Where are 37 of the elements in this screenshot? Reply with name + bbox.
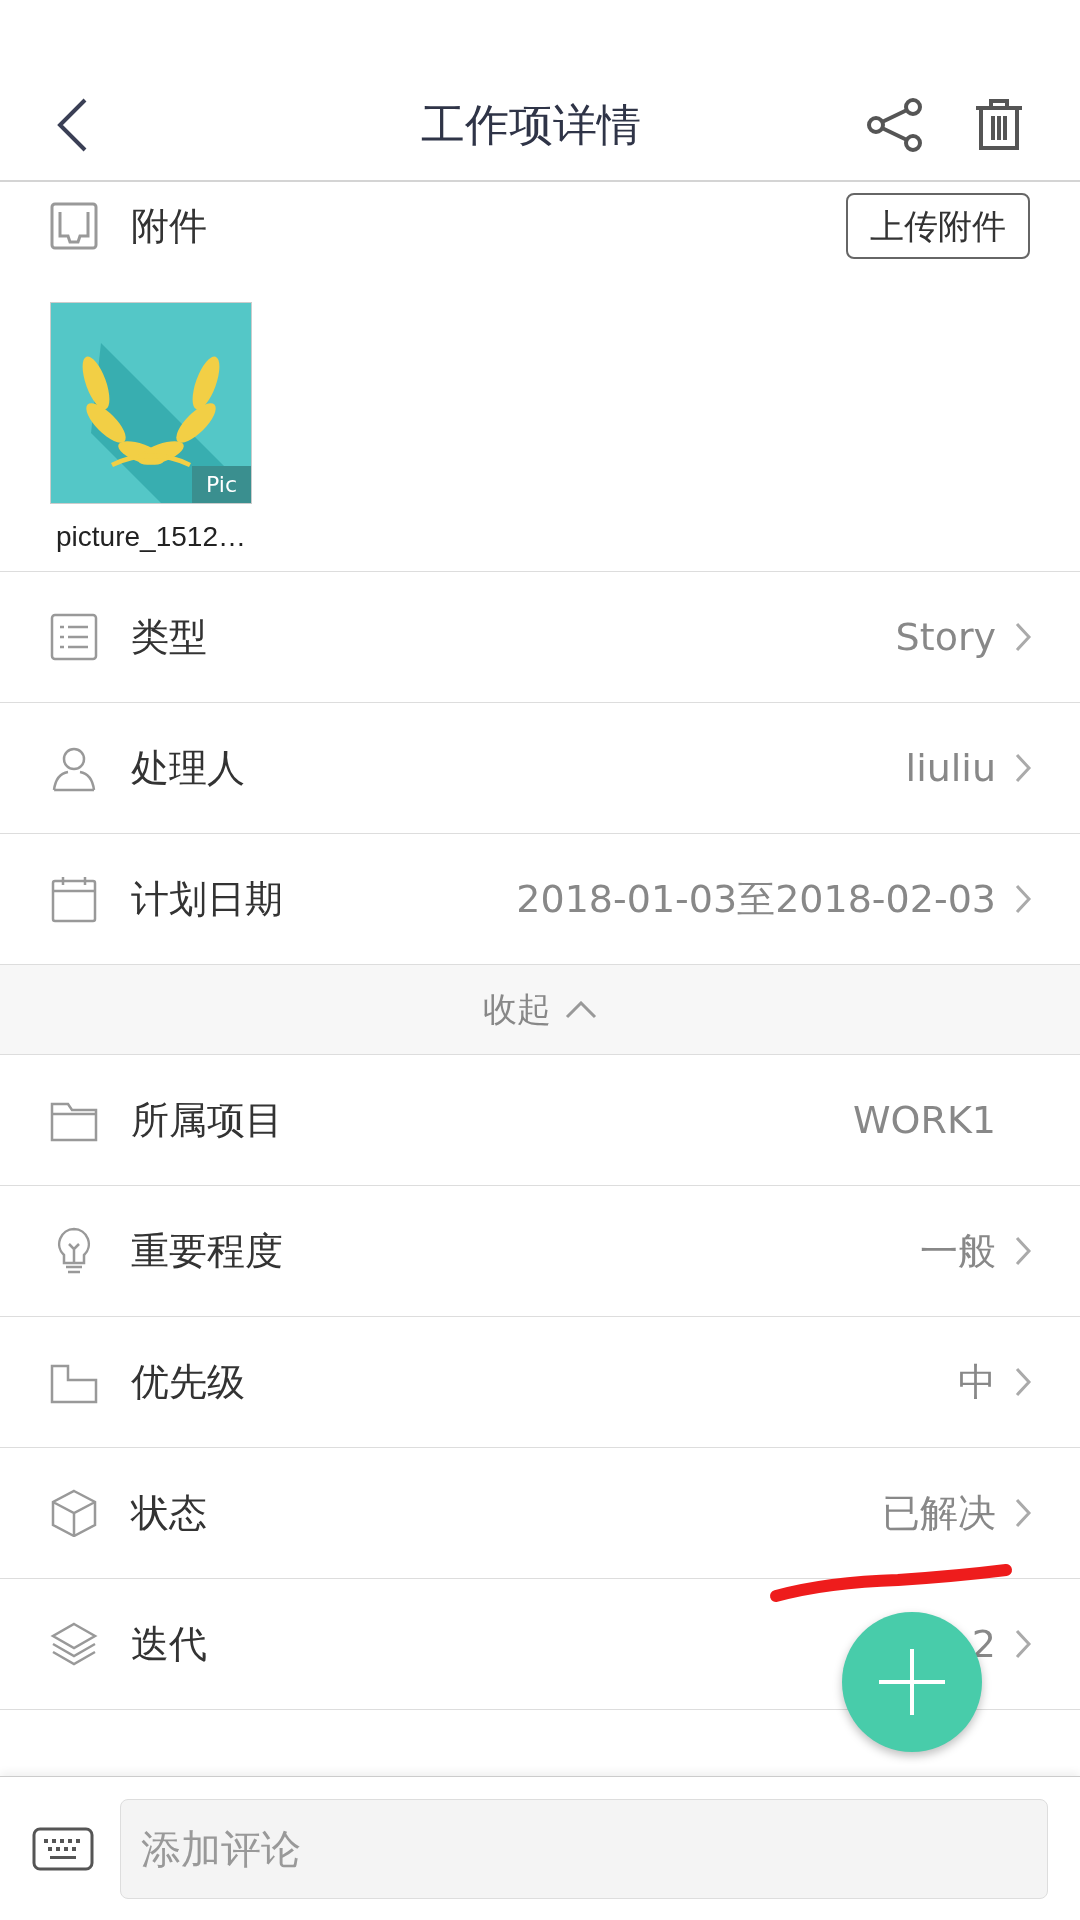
field-label: 类型: [131, 613, 207, 661]
field-value: liuliu: [905, 744, 996, 792]
file-type-badge: Pic: [192, 466, 251, 503]
field-value: 已解决: [882, 1489, 996, 1537]
field-value: 一般: [920, 1227, 996, 1275]
field-row[interactable]: 状态 已解决: [0, 1448, 1080, 1579]
field-row[interactable]: 优先级 中: [0, 1317, 1080, 1448]
list-icon: [50, 613, 98, 661]
field-label: 重要程度: [131, 1227, 283, 1275]
calendar-icon: [50, 875, 98, 923]
field-value: Story: [895, 613, 996, 661]
field-row[interactable]: 所属项目 WORK1: [0, 1055, 1080, 1186]
delete-icon[interactable]: [973, 98, 1025, 152]
field-label: 优先级: [131, 1358, 245, 1406]
comment-field[interactable]: 添加评论: [120, 1798, 1048, 1899]
cube-icon: [50, 1489, 98, 1537]
share-icon[interactable]: [867, 98, 923, 152]
field-row[interactable]: 重要程度 一般: [0, 1186, 1080, 1317]
file-name[interactable]: picture_1512…: [56, 516, 246, 558]
keyboard-icon[interactable]: [32, 1826, 94, 1871]
page-title: 工作项详情: [421, 98, 641, 152]
section-label: 附件: [131, 202, 207, 250]
layers-icon: [50, 1620, 98, 1668]
field-label: 所属项目: [131, 1096, 283, 1144]
field-label: 计划日期: [131, 875, 283, 923]
upload-button[interactable]: 上传附件: [846, 193, 1030, 259]
field-value: WORK1: [853, 1096, 996, 1144]
field-row[interactable]: 处理人 liuliu: [0, 703, 1080, 834]
field-label: 处理人: [131, 744, 245, 792]
field-row[interactable]: 类型 Story: [0, 572, 1080, 703]
plus-icon: [879, 1649, 945, 1715]
field-label: 迭代: [131, 1620, 207, 1668]
field-value: 中: [958, 1358, 996, 1406]
field-value: 2018-01-03至2018-02-03: [516, 875, 996, 923]
field-label: 状态: [131, 1489, 207, 1537]
inbox-icon: [50, 202, 98, 250]
field-value: 2: [971, 1620, 996, 1668]
